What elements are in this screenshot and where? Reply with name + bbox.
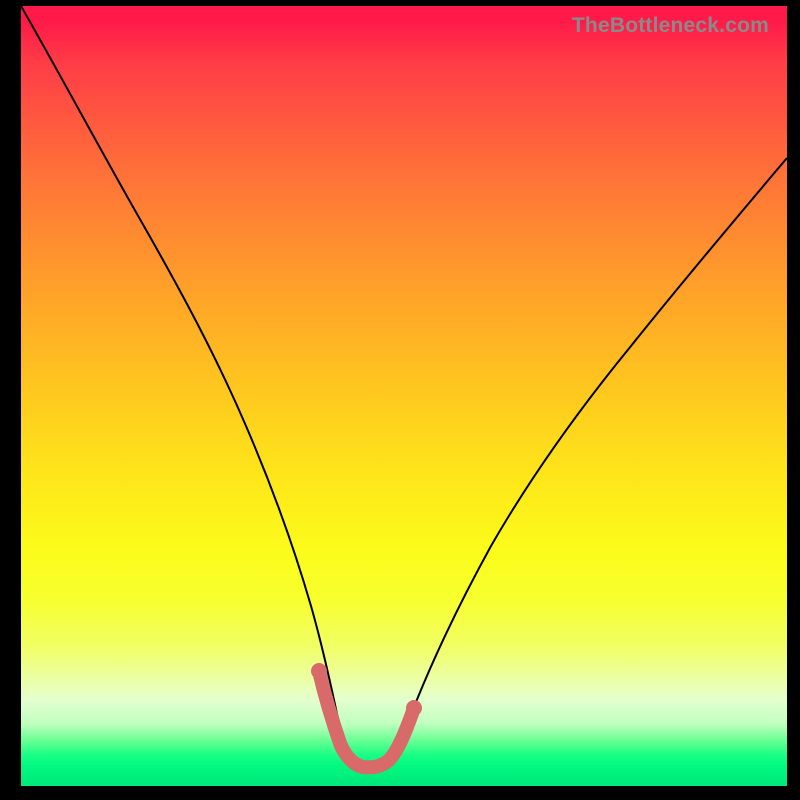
plot-svg: [21, 6, 787, 786]
plot-area: TheBottleneck.com: [21, 6, 787, 786]
bottleneck-curve: [21, 6, 787, 766]
watermark-text: TheBottleneck.com: [572, 14, 769, 38]
chart-frame: TheBottleneck.com: [0, 0, 800, 800]
highlight-end-dot: [406, 700, 422, 716]
optimal-range-highlight: [319, 671, 414, 767]
highlight-start-dot: [311, 663, 327, 679]
